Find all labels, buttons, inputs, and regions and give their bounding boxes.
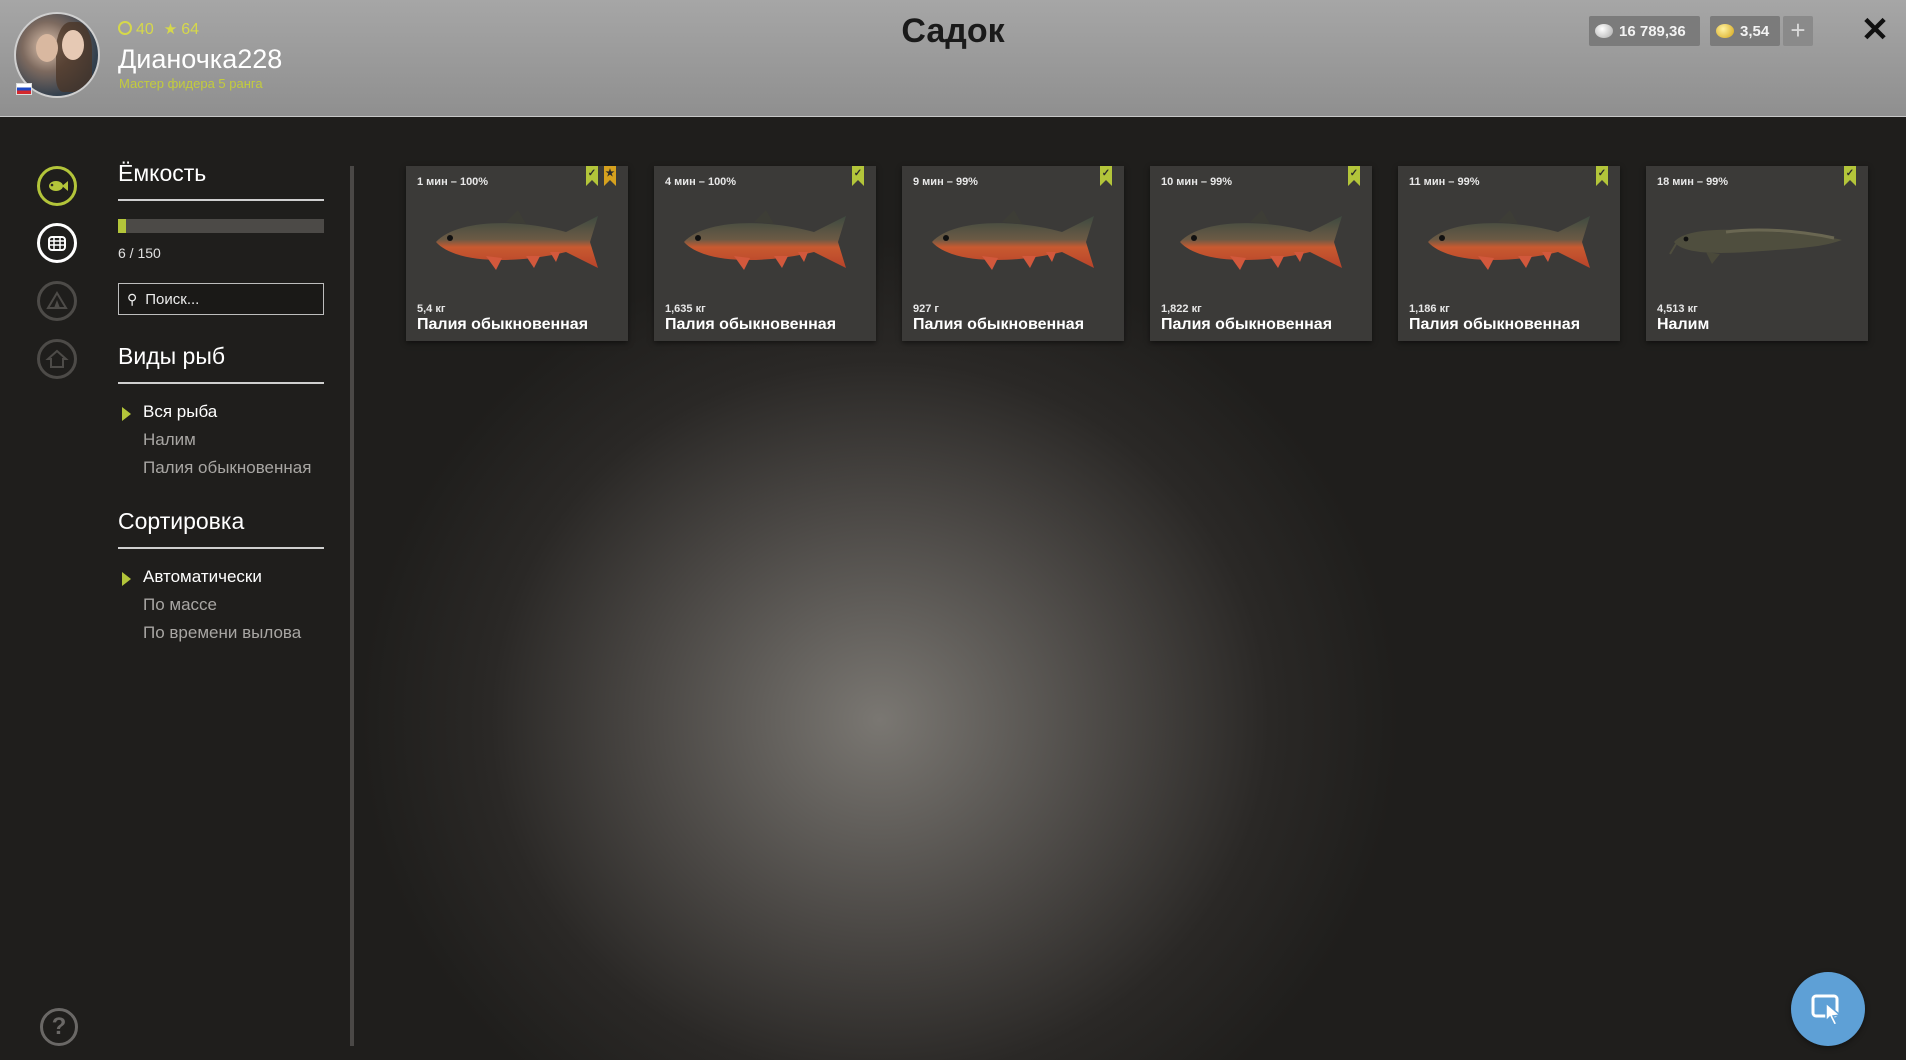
bookmark-mark: ✓ (1845, 168, 1855, 179)
catch-time: 11 мин – 99% (1409, 176, 1480, 188)
fish-card[interactable]: 10 мин – 99% ✓ 1,822 кг Палия обыкновенная (1150, 166, 1372, 341)
bookmark-icon[interactable]: ✓ (1844, 166, 1856, 186)
catch-time: 10 мин – 99% (1161, 176, 1233, 188)
tent-glyph (46, 291, 68, 309)
bookmark-icon[interactable]: ✓ (1596, 166, 1608, 186)
fish-name: Палия обыкновенная (417, 316, 589, 333)
bookmark-icon[interactable]: ✓ (586, 166, 598, 186)
bookmark-icon[interactable]: ✓ (852, 166, 864, 186)
species-item-label: Палия обыкновенная (143, 458, 312, 477)
sort-item[interactable]: Автоматически (118, 563, 324, 591)
fish-name: Палия обыкновенная (1161, 316, 1333, 333)
species-item[interactable]: Налим (118, 426, 324, 454)
camp-tent-icon[interactable] (37, 281, 77, 321)
bookmark-mark: ✓ (1101, 168, 1111, 179)
sort-item[interactable]: По массе (118, 591, 324, 619)
add-currency-button[interactable]: + (1783, 16, 1813, 46)
silver-amount: 16 789,36 (1619, 22, 1686, 40)
help-icon[interactable]: ? (40, 1008, 78, 1046)
sort-item-label: По времени вылова (143, 623, 302, 642)
silver-balance[interactable]: 16 789,36 (1589, 16, 1700, 46)
arctic-char-fish-image (1180, 210, 1342, 270)
filter-panel: Ёмкость 6 / 150 ⚲ Виды рыб Вся рыба Налим… (118, 160, 324, 647)
bookmark-icon[interactable]: ✓ (1100, 166, 1112, 186)
search-box[interactable]: ⚲ (118, 283, 324, 315)
bookmark-mark: ✓ (1349, 168, 1359, 179)
player-rank: Мастер фидера 5 ранга (119, 76, 263, 91)
sort-item-label: Автоматически (143, 567, 262, 586)
fish-glyph (49, 181, 68, 191)
fish-weight: 927 г (913, 303, 939, 315)
arctic-char-fish-image (436, 210, 598, 270)
bookmark-mark: ★ (605, 168, 615, 179)
arctic-char-fish-image (1428, 210, 1590, 270)
species-item-label: Налим (143, 430, 196, 449)
fish-card[interactable]: 1 мин – 100% ✓ ★ 5,4 кг Палия обыкновенная (406, 166, 628, 341)
fish-keepnet-icon[interactable] (37, 166, 77, 206)
fish-weight: 4,513 кг (1657, 303, 1698, 315)
fish-weight: 1,186 кг (1409, 303, 1450, 315)
arctic-char-fish-image (932, 210, 1094, 270)
catch-time: 4 мин – 100% (665, 176, 737, 188)
burbot-fish-image (1669, 228, 1842, 264)
search-icon: ⚲ (127, 290, 138, 307)
fish-name: Налим (1657, 316, 1710, 333)
species-item[interactable]: Вся рыба (118, 398, 324, 426)
fish-weight: 1,635 кг (665, 303, 706, 315)
species-item[interactable]: Палия обыкновенная (118, 454, 324, 482)
species-title: Виды рыб (118, 343, 324, 384)
capacity-bar (118, 219, 324, 233)
sort-title: Сортировка (118, 508, 324, 549)
species-list: Вся рыба Налим Палия обыкновенная (118, 398, 324, 482)
fish-card[interactable]: 9 мин – 99% ✓ 927 г Палия обыкновенная (902, 166, 1124, 341)
gold-coin-icon (1716, 24, 1734, 38)
gold-balance[interactable]: 3,54 (1710, 16, 1780, 46)
selected-arrow-icon (122, 407, 131, 421)
sort-item-label: По массе (143, 595, 217, 614)
catch-time: 1 мин – 100% (417, 176, 489, 188)
fish-name: Палия обыкновенная (665, 316, 837, 333)
arctic-char-fish-image (684, 210, 846, 270)
search-input[interactable] (143, 289, 308, 309)
close-button[interactable]: ✕ (1857, 12, 1893, 48)
house-glyph (45, 349, 69, 368)
fish-weight: 1,822 кг (1161, 303, 1202, 315)
home-icon[interactable] (37, 339, 77, 379)
catch-time: 18 мин – 99% (1657, 176, 1729, 188)
keepnet-net-icon[interactable] (37, 223, 77, 263)
top-bar: 40 ★ 64 Дианочка228 Мастер фидера 5 ранга… (0, 0, 1906, 117)
fish-card[interactable]: 11 мин – 99% ✓ 1,186 кг Палия обыкновенная (1398, 166, 1620, 341)
net-glyph (48, 236, 66, 251)
bookmark-mark: ✓ (1597, 168, 1607, 179)
fish-card[interactable]: 18 мин – 99% ✓ 4,513 кг Налим (1646, 166, 1868, 341)
capacity-fill (118, 219, 127, 233)
sort-list: Автоматически По массе По времени вылова (118, 563, 324, 647)
capacity-count: 6 / 150 (118, 245, 161, 261)
silver-coin-icon (1595, 24, 1613, 38)
species-item-label: Вся рыба (143, 402, 218, 421)
panel-divider (350, 166, 354, 1046)
capacity-title: Ёмкость (118, 160, 324, 201)
trophy-bookmark-icon[interactable]: ★ (604, 166, 616, 186)
russian-flag-icon (16, 83, 32, 95)
catch-time: 9 мин – 99% (913, 176, 978, 188)
fish-weight: 5,4 кг (417, 303, 446, 315)
gold-amount: 3,54 (1740, 22, 1770, 40)
fish-name: Палия обыкновенная (913, 316, 1085, 333)
bookmark-icon[interactable]: ✓ (1348, 166, 1360, 186)
selected-arrow-icon (122, 572, 131, 586)
bookmark-mark: ✓ (853, 168, 863, 179)
fish-name: Палия обыкновенная (1409, 316, 1581, 333)
bookmark-mark: ✓ (587, 168, 597, 179)
cursor-mode-button[interactable] (1791, 972, 1865, 1046)
sort-item[interactable]: По времени вылова (118, 619, 324, 647)
cursor-icon (1811, 994, 1842, 1026)
fish-card[interactable]: 4 мин – 100% ✓ 1,635 кг Палия обыкновенная (654, 166, 876, 341)
